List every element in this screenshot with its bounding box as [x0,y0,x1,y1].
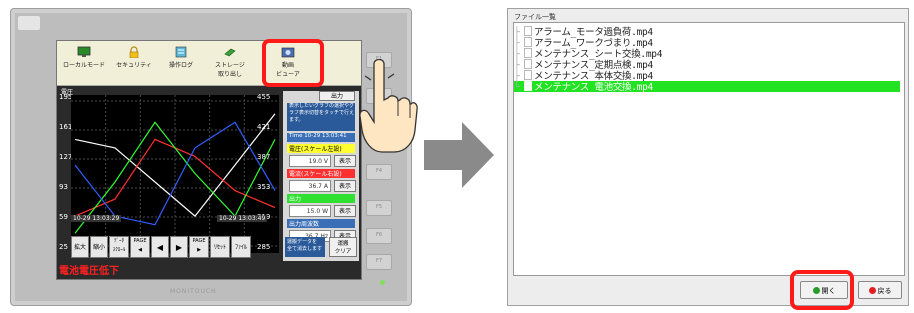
output-label[interactable]: 出力 [287,194,355,203]
back-button[interactable]: 戻る [858,281,902,299]
alarm-message: 電池電圧低下 [59,266,119,277]
right-tick: 455 [257,93,271,101]
power-led [380,280,385,285]
data-scroll-button[interactable]: ﾃﾞｰﾀ ｽｸﾛｰﾙ [109,236,129,258]
file-list-item-selected[interactable]: └ メンテナンス_電池交換.mp4 [514,81,900,93]
document-icon [524,26,532,36]
zoom-in-button[interactable]: 拡大 [71,236,89,258]
file-list-dialog: ファイル一覧 ├ アラーム_モータ過負荷.mp4 ├ アラーム_ワークづまり.mp4… [507,8,909,306]
monitor-icon [77,46,91,57]
page-forward-button[interactable]: PAGE ▶ [189,236,209,258]
back-icon [868,287,876,294]
zoom-out-button[interactable]: 縮小 [90,236,108,258]
left-tick: 93 [59,183,68,191]
graph-end-time: 10-29 13:03:49 [217,215,268,222]
file-list: ├ アラーム_モータ過負荷.mp4 ├ アラーム_ワークづまり.mp4 ├ メンテナン… [513,22,905,276]
pointing-hand-icon [360,58,418,153]
output-value: 15.0 W [289,205,331,217]
function-key[interactable]: F6 [366,228,392,244]
transition-arrow-icon [424,122,494,188]
left-tick: 25 [59,243,68,251]
info-text: 表示したいグラフの選択やグラフ表示切替をタッチで行えます。 [287,103,355,131]
voltage-value: 19.0 V [289,155,331,167]
clear-button[interactable]: 運搬 クリア [329,237,357,257]
time-display: Time 10-29 13:03:41 [287,133,355,142]
current-value: 36.7 A [289,180,331,192]
tree-branch-icon: └ [514,82,520,93]
file-list-item[interactable]: ├ アラーム_モータ過負荷.mp4 [514,26,900,38]
file-list-item[interactable]: ├ メンテナンス_定期点検.mp4 [514,59,900,71]
file-list-item[interactable]: ├ メンテナンス_本体交換.mp4 [514,70,900,82]
video-viewer-highlight [262,39,324,87]
document-icon [524,59,532,69]
right-tick: 387 [257,153,271,161]
menu-storage-eject[interactable]: ストレージ 取り出し [205,44,255,84]
output-button[interactable]: 出力 [319,91,355,101]
log-icon [175,46,187,58]
document-icon [524,70,532,80]
menu-operation-log[interactable]: 操作ログ [161,44,201,84]
current-show-button[interactable]: 表示 [334,180,356,192]
function-key[interactable]: F5 [366,200,392,216]
voltage-show-button[interactable]: 表示 [334,155,356,167]
document-icon [524,81,532,91]
file-button[interactable]: ﾌｧｲﾙ [231,236,251,258]
step-back-button[interactable]: ◀ [151,236,169,258]
device-logo-mark [18,16,40,30]
current-label[interactable]: 電流(スケール右設) [287,169,355,178]
storage-icon [224,48,236,57]
clear-notice: 運搬データを 全て消去します [285,237,325,257]
page-back-button[interactable]: PAGE ◀ [130,236,150,258]
output-show-button[interactable]: 表示 [334,205,356,217]
step-forward-button[interactable]: ▶ [170,236,188,258]
voltage-label[interactable]: 電圧(スケール左設) [287,144,355,153]
lock-icon [129,46,139,58]
series-line [74,121,276,226]
document-icon [524,37,532,47]
reset-button[interactable]: ﾘｾｯﾄ [210,236,230,258]
function-key[interactable]: F7 [366,254,392,270]
brand-label: MONITOUCH [170,288,217,295]
graph-start-time: 10-29 13:03:29 [71,215,122,222]
menu-local-mode[interactable]: ローカルモード [59,44,109,84]
function-key[interactable]: F4 [366,164,392,180]
file-list-item[interactable]: ├ アラーム_ワークづまり.mp4 [514,37,900,49]
dialog-title: ファイル一覧 [514,13,556,21]
right-tick: 353 [257,183,271,191]
left-tick: 59 [59,213,68,221]
file-list-item[interactable]: ├ メンテナンス_シート交換.mp4 [514,48,900,60]
right-tick: 421 [257,123,271,131]
open-button-highlight [790,270,854,310]
document-icon [524,48,532,58]
trend-graph[interactable] [71,95,279,253]
menu-security[interactable]: セキュリティ [111,44,157,84]
frequency-label[interactable]: 出力周波数 [287,219,355,228]
